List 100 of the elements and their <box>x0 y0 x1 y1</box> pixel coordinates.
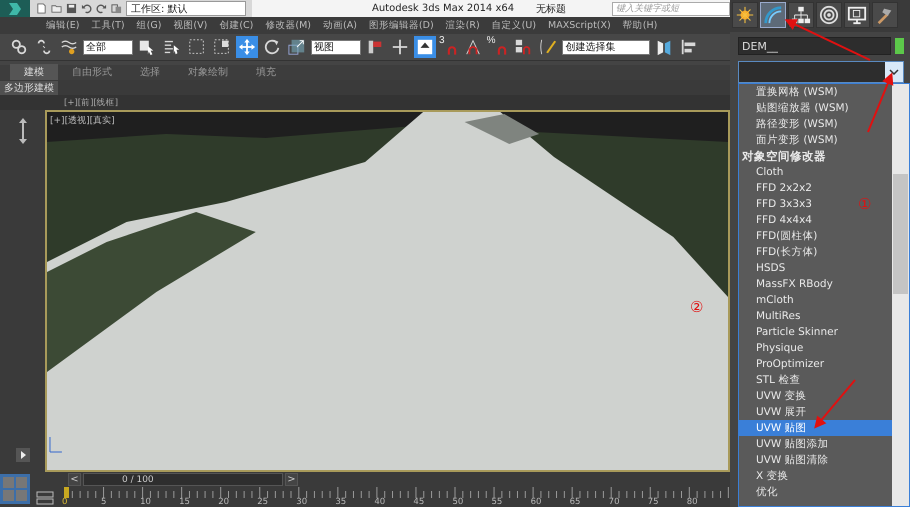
annotation-number: ① <box>858 195 872 213</box>
modifier-list-dropdown[interactable] <box>738 61 904 83</box>
ribbon-panel-label[interactable]: 多边形建模 <box>0 80 58 94</box>
modifier-list-item[interactable]: MultiRes <box>739 308 800 324</box>
play-icon[interactable] <box>16 448 30 462</box>
frame-label: 15 <box>179 497 191 507</box>
frame-label: 35 <box>335 497 348 507</box>
menu-item[interactable]: 自定义(U) <box>486 19 542 32</box>
menu-item[interactable]: 工具(T) <box>85 19 131 32</box>
menu-item[interactable]: 创建(C) <box>213 19 260 32</box>
modifier-list-item[interactable]: 面片变形 (WSM) <box>739 132 838 148</box>
scrollbar[interactable] <box>892 84 909 506</box>
place-icon[interactable] <box>414 36 436 58</box>
modifier-list-item[interactable]: ProOptimizer <box>739 356 824 372</box>
snap-toggle[interactable]: % <box>486 36 510 58</box>
frame-label: 5 <box>101 497 108 507</box>
search-field[interactable]: 键入关键字或短 <box>612 2 730 16</box>
modifier-list-item[interactable]: FFD 2x2x2 <box>739 180 812 196</box>
modifier-list-item[interactable]: UVW 展开 <box>739 404 807 420</box>
dropdown-field[interactable]: 创建选择集 <box>562 40 650 54</box>
move-arrows-icon[interactable] <box>236 36 258 58</box>
frame-label: 40 <box>374 497 386 507</box>
modifier-list-item[interactable]: UVW 贴图 <box>739 420 892 436</box>
viewport-label[interactable]: [+][前][线框] <box>64 96 118 108</box>
ribbon-tab[interactable]: 建模 <box>10 64 58 80</box>
redo-icon[interactable] <box>96 3 107 14</box>
modifier-list-item[interactable]: UVW 贴图添加 <box>739 436 829 452</box>
modifier-list-item[interactable]: mCloth <box>739 292 794 308</box>
utilities-tab[interactable] <box>872 2 898 28</box>
frame-label: 45 <box>413 497 426 507</box>
save-icon[interactable] <box>66 3 77 14</box>
track-bar-icon[interactable] <box>36 491 54 505</box>
concentric-circles-icon <box>819 5 839 25</box>
undo-icon[interactable] <box>81 3 92 14</box>
modifier-list-item[interactable]: 优化 <box>739 484 778 500</box>
modifier-list-item[interactable]: X 变换 <box>739 468 789 484</box>
modifier-list-item[interactable]: FFD(圆柱体) <box>739 228 818 244</box>
previous-frame-button[interactable]: < <box>68 473 81 486</box>
viewport-label[interactable]: [+][透视][真实] <box>50 114 115 127</box>
window-title: Autodesk 3ds Max 2014 x64 <box>372 3 514 14</box>
frame-label: 60 <box>530 497 542 507</box>
frame-label: 25 <box>257 497 270 507</box>
time-slider[interactable]: 0 / 100 <box>83 473 283 486</box>
modifier-list-item[interactable]: 置换网格 (WSM) <box>739 84 838 100</box>
menu-item[interactable]: MAXScript(X) <box>542 20 617 31</box>
modifier-list-item[interactable]: MassFX RBody <box>739 276 833 292</box>
sun-icon <box>735 5 755 25</box>
ribbon-tab[interactable]: 选择 <box>126 64 174 80</box>
frame-label: 65 <box>570 497 582 507</box>
menu-item[interactable]: 修改器(M) <box>259 19 317 32</box>
modifier-list-item[interactable]: Cloth <box>739 164 784 180</box>
modifier-list-item[interactable]: 路径变形 (WSM) <box>739 116 838 132</box>
menu-item[interactable]: 动画(A) <box>317 19 363 32</box>
arc-icon <box>763 5 783 25</box>
modifier-list-item[interactable]: Physique <box>739 340 804 356</box>
frame-label: 75 <box>648 497 660 507</box>
frame-label: 10 <box>140 497 152 507</box>
modifier-list-item[interactable]: STL 检查 <box>739 372 800 388</box>
ribbon-tab[interactable]: 对象绘制 <box>174 64 242 80</box>
annotation-arrow <box>814 379 856 429</box>
menu-item[interactable]: 帮助(H) <box>616 19 664 32</box>
dropdown-field[interactable]: 视图 <box>311 40 361 54</box>
modifier-list-item[interactable]: 贴图缩放器 (WSM) <box>739 100 849 116</box>
project-icon[interactable] <box>111 3 122 14</box>
app-logo-icon[interactable] <box>0 0 30 17</box>
object-name-field[interactable]: DEM__ <box>738 37 891 55</box>
monitor-icon <box>847 5 867 25</box>
ribbon-tab[interactable]: 自由形式 <box>58 64 126 80</box>
folder-icon[interactable] <box>51 3 62 14</box>
snap-toggle[interactable]: 3 <box>439 36 459 58</box>
hierarchy-icon <box>791 5 811 25</box>
menu-item[interactable]: 组(G) <box>130 19 168 32</box>
menu-item[interactable]: 视图(V) <box>167 19 214 32</box>
modifier-list-item[interactable]: UVW 贴图清除 <box>739 452 829 468</box>
frame-label: 80 <box>686 497 699 507</box>
modifier-list-item[interactable]: FFD 4x4x4 <box>739 212 812 228</box>
object-color-swatch[interactable] <box>895 38 904 54</box>
ribbon-tab[interactable]: 填充 <box>242 64 290 80</box>
workspace-dropdown[interactable]: 工作区: 默认 <box>126 1 246 16</box>
menu-item[interactable]: 渲染(R) <box>440 19 486 32</box>
modifier-list-item[interactable]: FFD 3x3x3 <box>739 196 812 212</box>
annotation-arrow <box>867 72 894 132</box>
create-tab[interactable] <box>732 2 758 28</box>
scroll-arrows-icon[interactable] <box>16 116 28 146</box>
modifier-list-item[interactable]: UVW 变换 <box>739 388 807 404</box>
list-group-header: 对象空间修改器 <box>740 148 826 164</box>
new-file-icon[interactable] <box>36 3 47 14</box>
dropdown-field[interactable]: 全部 <box>83 40 133 54</box>
menu-item[interactable]: 编辑(E) <box>40 19 86 32</box>
menu-item[interactable]: 图形编辑器(D) <box>362 19 440 32</box>
frame-label: 30 <box>296 497 308 507</box>
motion-tab[interactable] <box>816 2 842 28</box>
annotation-number: ② <box>690 298 704 316</box>
frame-label: 20 <box>218 497 230 507</box>
document-title: 无标题 <box>536 2 566 16</box>
modifier-list-item[interactable]: HSDS <box>739 260 786 276</box>
display-tab[interactable] <box>844 2 870 28</box>
modifier-list-item[interactable]: FFD(长方体) <box>739 244 818 260</box>
next-frame-button[interactable]: > <box>285 473 298 486</box>
modifier-list-item[interactable]: Particle Skinner <box>739 324 838 340</box>
